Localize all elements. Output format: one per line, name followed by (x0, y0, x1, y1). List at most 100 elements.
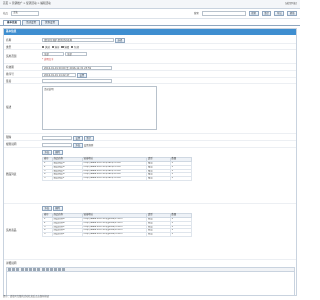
gift-table: 编号 商品名称 链接地址 类型 数量 1 赠品商品A http://www.xxx.… (42, 157, 193, 182)
bottom-hint: 提示：请填写完整的活动信息后点击保存按钮 (3, 295, 49, 298)
link-icon[interactable] (41, 268, 45, 271)
limit-set-button[interactable]: 设置 (72, 135, 83, 141)
toolbar: 站点 主站 搜索 搜索 清空 导出 帮助 (0, 9, 300, 19)
table-row[interactable]: 5 商品名称E http://www.xxx.com/goods/5.html 商品 1 (42, 232, 193, 238)
editor-content-area[interactable] (6, 272, 295, 295)
product-url[interactable]: http://www.xxx.com/goods/5.html (81, 232, 147, 238)
gift-actions: 添加 删除 (42, 150, 63, 155)
limit-row: 限购 设置 清空 (4, 134, 296, 141)
order-set-button[interactable]: 设置 (76, 72, 87, 78)
type-option-4: 包邮 (74, 45, 79, 49)
name-label: 名称 (6, 39, 12, 42)
tab-discount-settings[interactable]: 优惠设置 (41, 20, 60, 25)
site-select[interactable]: 主站 (11, 11, 40, 16)
product-no: 5 (42, 232, 53, 238)
link-input[interactable] (42, 79, 112, 83)
product-qty[interactable]: 1 (169, 232, 193, 238)
rich-text-editor (6, 267, 295, 295)
scope-select-2[interactable]: 全部 (64, 52, 87, 56)
top-bar: 首页 > 营销推广 > 促销活动 > 编辑活动 [返回列表] (0, 0, 300, 9)
scope-label: 适用范围 (6, 55, 17, 58)
product-label: 适用商品 (6, 229, 17, 232)
gift-label: 赠品列表 (6, 173, 17, 176)
time-row: 有效期 2016-01-01 00:00 至 2016-12-31 23:59 (4, 64, 296, 71)
redo-icon[interactable] (58, 268, 62, 271)
export-button[interactable]: 导出 (274, 11, 285, 16)
gift-section: 赠品列表 添加 删除 编号 商品名称 链接地址 类型 数量 1 赠品商品A http… (4, 148, 296, 204)
list-icon[interactable] (37, 268, 41, 271)
gift-qty[interactable]: 1 (169, 176, 193, 182)
description-textarea[interactable]: 活动说明 (42, 86, 157, 130)
tab-basic-info[interactable]: 基本信息 (3, 20, 22, 25)
gift-type[interactable]: 赠品 (145, 176, 171, 182)
search-button[interactable]: 搜索 (248, 11, 259, 16)
underline-icon[interactable] (16, 268, 20, 271)
limit-label: 限购 (6, 136, 12, 139)
search-input[interactable] (201, 11, 246, 16)
name-value: [促销]主图片促销活动名称 (44, 39, 73, 42)
scope-select-1-value: 全部 (44, 53, 49, 56)
undo-icon[interactable] (54, 268, 58, 271)
rule-note: 设置规则 (83, 143, 94, 147)
site-label: 站点 (3, 11, 9, 15)
product-name: 商品名称E (51, 232, 83, 238)
table-row[interactable]: 5 赠品商品E http://www.xxx.com/item/5.html 赠品 1 (42, 176, 193, 182)
order-value: 2016-01-01 14:22:47 (44, 73, 70, 77)
bold-icon[interactable] (8, 268, 11, 271)
product-table: 编号 商品名称 链接地址 类型 数量 1 商品名称A http://www.xxx.… (42, 213, 193, 238)
tab-activity-settings[interactable]: 活动设置 (22, 20, 41, 25)
type-option-2: 满折 (54, 45, 60, 49)
name-select-button[interactable]: 选择 (114, 38, 125, 43)
description-value: 活动说明 (44, 88, 54, 91)
breadcrumb: 首页 > 营销推广 > 促销活动 > 编辑活动 (3, 2, 51, 6)
editor-row: 详细说明 (4, 260, 296, 295)
back-to-list-link[interactable]: [返回列表] (285, 2, 297, 5)
clear-button[interactable]: 清空 (261, 11, 272, 16)
name-row: 名称 [促销]主图片促销活动名称 选择 (4, 37, 296, 44)
limit-input[interactable] (42, 135, 72, 140)
tab-bar: 基本信息 活动设置 优惠设置 (0, 19, 300, 26)
source-icon[interactable] (62, 268, 66, 271)
scope-select-1[interactable]: 全部 (42, 52, 64, 56)
gift-name: 赠品商品E (51, 176, 83, 182)
gift-delete-button[interactable]: 删除 (52, 150, 63, 155)
description-label: 描述 (6, 106, 12, 109)
font-color-icon[interactable] (20, 268, 24, 271)
align-left-icon[interactable] (24, 268, 28, 271)
italic-icon[interactable] (12, 268, 16, 271)
align-right-icon[interactable] (33, 268, 37, 271)
time-value: 2016-01-01 00:00 至 2016-12-31 23:59 (44, 66, 91, 70)
help-button[interactable]: 帮助 (287, 11, 297, 16)
name-input[interactable]: [促销]主图片促销活动名称 (42, 38, 114, 42)
product-type[interactable]: 商品 (145, 232, 171, 238)
type-option-3: 满赠 (64, 45, 70, 49)
table-icon[interactable] (49, 268, 53, 271)
gift-no: 5 (42, 176, 53, 182)
order-label: 排序号 (6, 73, 14, 76)
type-option-1: 满减 (44, 45, 50, 49)
limit-clear-button[interactable]: 清空 (83, 135, 94, 141)
rule-row: 规则说明 添加 设置规则 (4, 141, 296, 148)
image-icon[interactable] (45, 268, 49, 271)
time-input[interactable]: 2016-01-01 00:00 至 2016-12-31 23:59 (42, 65, 112, 70)
order-input[interactable]: 2016-01-01 14:22:47 (42, 72, 76, 77)
edit-form: 基本信息 名称 [促销]主图片促销活动名称 选择 类型 满减 满折 满赠 包邮 … (3, 28, 297, 296)
type-label: 类型 (6, 45, 12, 49)
scope-row: 适用范围 全部 全部 * 说明文字 (4, 50, 296, 64)
product-delete-button[interactable]: 删除 (52, 206, 63, 211)
align-center-icon[interactable] (28, 268, 32, 271)
rule-add-button[interactable]: 添加 (72, 142, 83, 148)
link-label: 链接 (6, 79, 12, 83)
gift-add-button[interactable]: 添加 (42, 150, 52, 155)
product-actions: 添加 删除 (42, 206, 63, 211)
order-row: 排序号 2016-01-01 14:22:47 设置 (4, 71, 296, 78)
time-label: 有效期 (6, 66, 14, 69)
product-section: 适用商品 添加 删除 编号 商品名称 链接地址 类型 数量 1 商品名称A http… (4, 204, 296, 260)
editor-label: 详细说明 (6, 262, 17, 265)
gift-url[interactable]: http://www.xxx.com/item/5.html (81, 176, 147, 182)
rule-label: 规则说明 (6, 143, 17, 146)
search-label: 搜索 (193, 11, 199, 15)
product-add-button[interactable]: 添加 (42, 206, 52, 211)
rule-input[interactable] (42, 142, 72, 147)
scope-note: * 说明文字 (42, 58, 54, 61)
